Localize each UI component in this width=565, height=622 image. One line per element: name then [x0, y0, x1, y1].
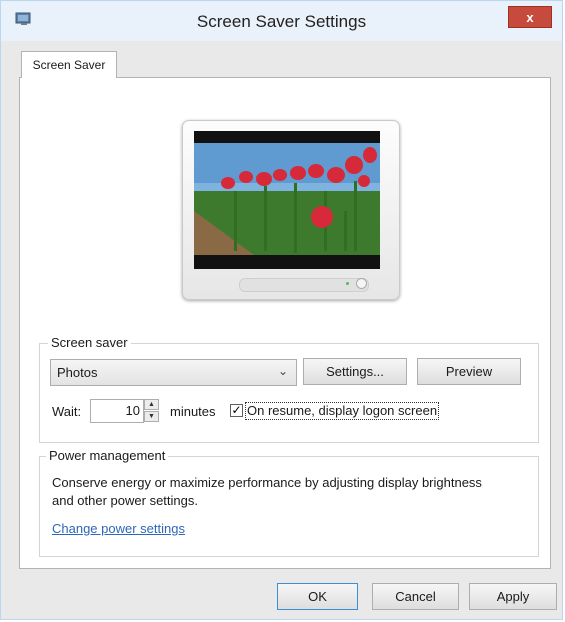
monitor-stand: [239, 278, 369, 292]
power-management-description: Conserve energy or maximize performance …: [52, 475, 482, 508]
cancel-button[interactable]: Cancel: [372, 583, 459, 610]
settings-button[interactable]: Settings...: [303, 358, 407, 385]
checkmark-icon: ✓: [231, 403, 242, 417]
power-button-icon: [356, 278, 367, 289]
power-led-icon: [346, 282, 349, 285]
power-management-group-label: Power management: [46, 448, 169, 463]
screen-saver-selected: Photos: [57, 365, 98, 380]
screen-saver-preview-monitor: [182, 120, 400, 300]
change-power-settings-link[interactable]: Change power settings: [52, 521, 185, 536]
window-title: Screen Saver Settings: [196, 12, 367, 31]
chevron-down-icon: ⌄: [277, 364, 288, 378]
screen-saver-dropdown[interactable]: Photos ⌄: [50, 359, 297, 386]
spin-up-icon[interactable]: ▲: [144, 399, 159, 410]
tab-screen-saver[interactable]: Screen Saver: [21, 51, 117, 78]
screen-saver-settings-window: Screen Saver Settings x Screen Saver Scr…: [0, 0, 563, 620]
close-button[interactable]: x: [508, 6, 552, 28]
title-bar[interactable]: Screen Saver Settings x: [1, 1, 562, 41]
screen-saver-group-label: Screen saver: [48, 335, 131, 350]
wait-label: Wait:: [52, 404, 82, 419]
spin-down-icon[interactable]: ▼: [144, 411, 159, 422]
preview-screen: [194, 131, 380, 269]
wait-minutes-input[interactable]: 10: [90, 399, 144, 423]
apply-button[interactable]: Apply: [469, 583, 557, 610]
close-icon: x: [526, 10, 534, 25]
wait-spinner: ▲ ▼: [144, 399, 160, 423]
ok-button[interactable]: OK: [277, 583, 358, 610]
preview-button[interactable]: Preview: [417, 358, 521, 385]
wait-minutes-value: 10: [125, 403, 140, 418]
preview-photo: [194, 131, 380, 269]
logon-checkbox[interactable]: ✓: [230, 404, 243, 417]
logon-checkbox-label[interactable]: On resume, display logon screen: [245, 402, 440, 420]
minutes-label: minutes: [170, 404, 216, 419]
